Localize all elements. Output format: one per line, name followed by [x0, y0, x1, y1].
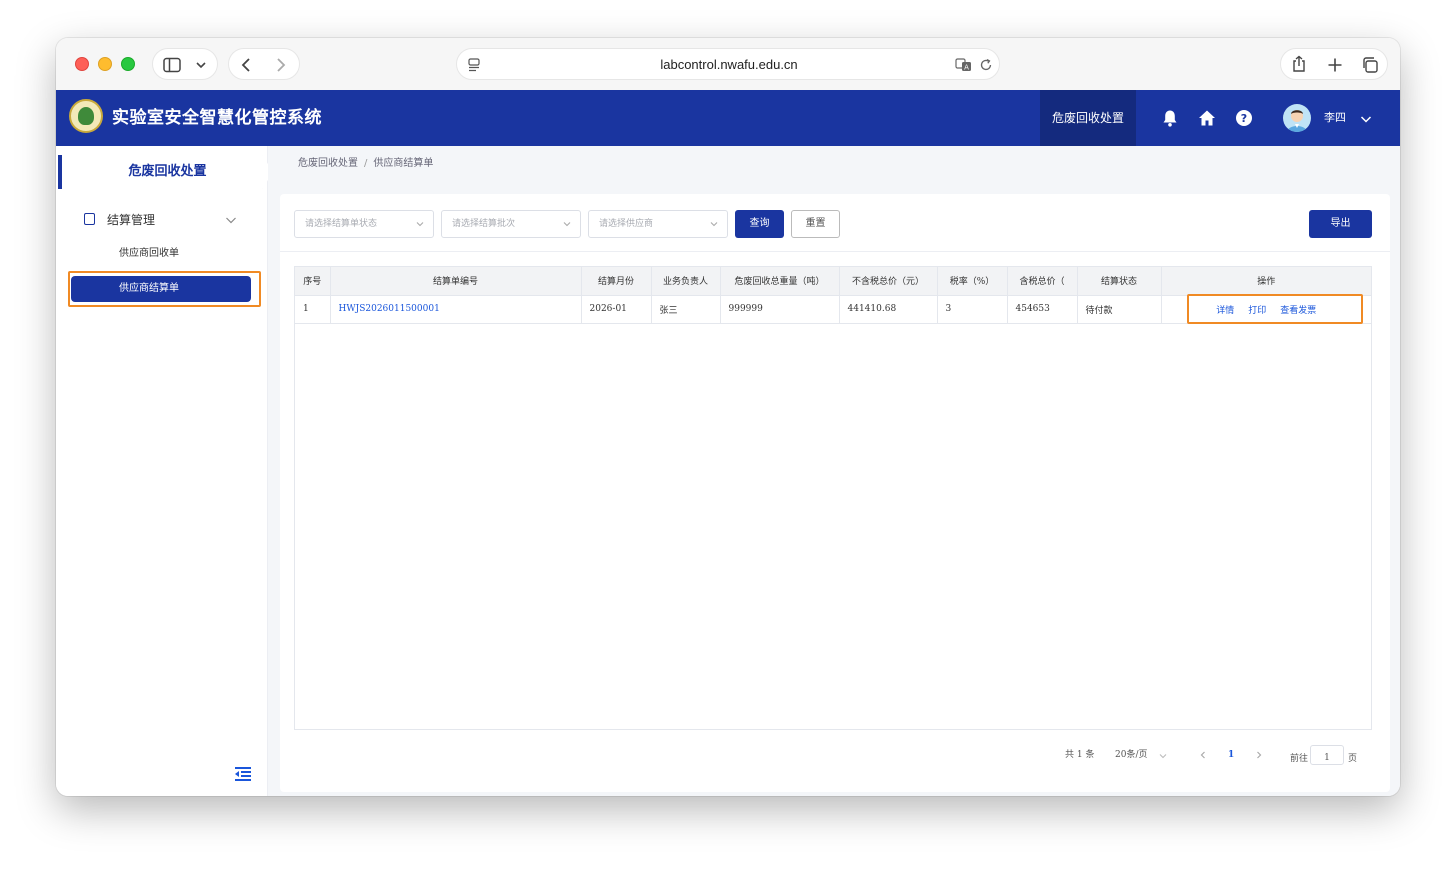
chevron-down-icon [416, 222, 424, 227]
nav-buttons-group [228, 48, 300, 80]
column-header: 业务负责人 [651, 267, 721, 296]
forward-icon[interactable] [275, 57, 287, 73]
column-header: 序号 [295, 267, 331, 296]
cell-price-ex-tax: 441410.68 [839, 295, 938, 324]
cell-price-inc-tax: 454653 [1007, 295, 1078, 324]
main-content: 危废回收处置 / 供应商结算单 请选择结算单状态 请选择结算批次 请选择供应商 查询… [268, 146, 1400, 796]
page-size-select[interactable]: 20条/页 [1115, 742, 1148, 768]
highlight-box-actions [1187, 294, 1363, 324]
chevron-down-icon[interactable] [1158, 751, 1168, 761]
address-bar[interactable]: labcontrol.nwafu.edu.cn A [456, 48, 1000, 80]
highlight-box-sidebar [68, 271, 261, 307]
current-page[interactable]: 1 [1228, 742, 1234, 768]
reload-icon[interactable] [979, 58, 993, 72]
chevron-down-icon [710, 222, 718, 227]
toolbar-actions-group [1280, 48, 1388, 80]
browser-toolbar: labcontrol.nwafu.edu.cn A [56, 38, 1400, 90]
cell-weight: 999999 [720, 295, 840, 324]
content-card: 请选择结算单状态 请选择结算批次 请选择供应商 查询 重置 导出 序号 结算单编… [280, 194, 1390, 792]
goto-prefix: 前往 [1290, 754, 1309, 764]
reset-button[interactable]: 重置 [791, 210, 840, 238]
sidebar-heading-text: 危废回收处置 [128, 164, 207, 179]
cell-status: 待付款 [1077, 295, 1162, 324]
svg-text:?: ? [1241, 112, 1247, 125]
sidebar-item-supplier-recovery[interactable]: 供应商回收单 [71, 241, 251, 267]
university-logo [69, 99, 103, 133]
total-count: 共 1 条 [1065, 750, 1095, 760]
pagination: 共 1 条 20条/页 1 前往 1 页 [280, 742, 1390, 768]
breadcrumb-separator: / [364, 158, 368, 169]
sidebar-heading: 危废回收处置 [58, 155, 273, 189]
column-header: 结算月份 [581, 267, 652, 296]
chevron-down-icon[interactable] [195, 60, 207, 70]
app-header: 实验室安全智慧化管控系统 危废回收处置 ? 李四 [56, 90, 1400, 146]
app-title: 实验室安全智慧化管控系统 [112, 108, 322, 128]
new-tab-icon[interactable] [1327, 57, 1343, 73]
cell-tax-rate: 3 [937, 295, 1008, 324]
avatar[interactable] [1283, 104, 1311, 132]
chevron-down-icon[interactable] [1359, 112, 1373, 126]
settlement-table: 序号 结算单编号 结算月份 业务负责人 危废回收总重量（吨） 不含税总价（元） … [294, 266, 1372, 730]
column-header: 结算单编号 [330, 267, 582, 296]
column-header: 危废回收总重量（吨） [720, 267, 840, 296]
sidebar-group-settlement[interactable]: 结算管理 [56, 204, 268, 236]
prev-page-icon[interactable] [1198, 750, 1208, 760]
share-icon[interactable] [1291, 55, 1307, 73]
sidebar-group-label: 结算管理 [107, 213, 156, 227]
sidebar-icon[interactable] [163, 57, 181, 73]
batch-select-placeholder: 请选择结算批次 [452, 219, 516, 229]
status-select-placeholder: 请选择结算单状态 [305, 219, 378, 229]
supplier-select-placeholder: 请选择供应商 [599, 219, 654, 229]
column-header: 不含税总价（元） [839, 267, 938, 296]
svg-text:A: A [964, 64, 969, 72]
goto-suffix: 页 [1348, 754, 1358, 764]
settlement-code-link[interactable]: HWJS2026011500001 [330, 295, 582, 324]
home-icon[interactable] [1197, 108, 1217, 128]
close-window-button[interactable] [75, 57, 89, 71]
bell-icon[interactable] [1160, 108, 1180, 128]
supplier-select[interactable]: 请选择供应商 [588, 210, 728, 238]
export-button[interactable]: 导出 [1309, 210, 1372, 238]
column-header: 操作 [1161, 267, 1371, 296]
status-select[interactable]: 请选择结算单状态 [294, 210, 434, 238]
help-icon[interactable]: ? [1234, 108, 1254, 128]
goto-page-input[interactable]: 1 [1310, 745, 1344, 765]
column-header: 税率（%） [937, 267, 1008, 296]
column-header: 结算状态 [1077, 267, 1162, 296]
breadcrumb: 危废回收处置 / 供应商结算单 [298, 146, 433, 182]
cell-owner: 张三 [651, 295, 721, 324]
query-button[interactable]: 查询 [735, 210, 784, 238]
user-name[interactable]: 李四 [1324, 90, 1346, 146]
minimize-window-button[interactable] [98, 57, 112, 71]
collapse-menu-icon[interactable] [234, 766, 252, 782]
batch-select[interactable]: 请选择结算批次 [441, 210, 581, 238]
table-header-row: 序号 结算单编号 结算月份 业务负责人 危废回收总重量（吨） 不含税总价（元） … [295, 267, 1371, 296]
next-page-icon[interactable] [1254, 750, 1264, 760]
breadcrumb-item[interactable]: 危废回收处置 [298, 158, 358, 169]
filter-bar: 请选择结算单状态 请选择结算批次 请选择供应商 查询 重置 导出 [280, 194, 1390, 252]
cell-month: 2026-01 [581, 295, 652, 324]
browser-window: labcontrol.nwafu.edu.cn A 实验室安全智慧化管控系统 危… [56, 38, 1400, 796]
sidebar-toggle-group[interactable] [152, 48, 218, 80]
chevron-down-icon [563, 222, 571, 227]
translate-icon[interactable]: A [955, 57, 973, 73]
breadcrumb-item-current: 供应商结算单 [373, 158, 434, 169]
module-tab-active[interactable]: 危废回收处置 [1040, 90, 1136, 146]
cell-index: 1 [295, 295, 331, 324]
back-icon[interactable] [240, 57, 252, 73]
tab-overview-icon[interactable] [1361, 56, 1379, 74]
document-icon [84, 213, 95, 225]
chevron-down-icon[interactable] [224, 213, 238, 227]
url-text: labcontrol.nwafu.edu.cn [660, 57, 798, 72]
column-header: 含税总价（ [1007, 267, 1078, 296]
zoom-window-button[interactable] [121, 57, 135, 71]
sidebar: 危废回收处置 结算管理 供应商回收单 供应商结算单 [56, 146, 273, 796]
